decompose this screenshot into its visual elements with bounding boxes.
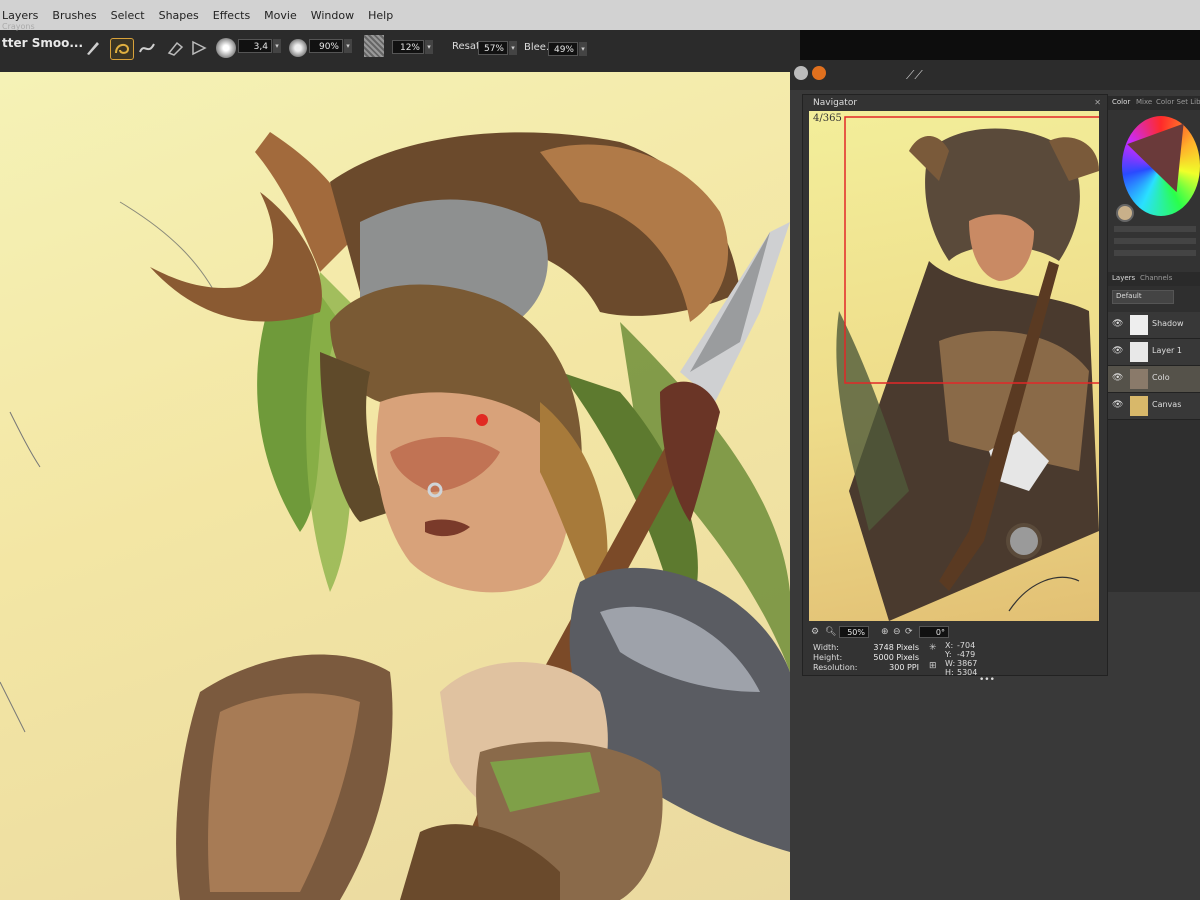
menu-help[interactable]: Help — [368, 9, 393, 22]
layer-name: Layer 1 — [1152, 346, 1182, 355]
right-dock: ⟋⟋ Navigator ✕ 4/365 ⚙ 🔍︎ 50% ⊕ ⊖ ⟳ 0° W… — [790, 60, 1200, 900]
rotate-icon[interactable]: ⟳ — [905, 627, 913, 637]
w-value: 3867 — [957, 659, 978, 668]
layer-thumbnail — [1130, 342, 1148, 362]
menu-brushes[interactable]: Brushes — [52, 9, 96, 22]
dock-toolbar: ⟋⟋ — [790, 60, 1200, 90]
composite-method-value: Default — [1116, 292, 1142, 300]
width-label: Width: — [813, 643, 839, 652]
navigator-thumbnail — [836, 116, 1099, 621]
resat-field[interactable]: 57% — [478, 41, 508, 55]
tab-color[interactable]: Color — [1112, 98, 1130, 106]
layer-thumbnail — [1130, 396, 1148, 416]
layer-item[interactable]: 👁︎ Canvas — [1108, 393, 1200, 420]
artwork — [0, 132, 790, 900]
opacity-field[interactable]: 90% — [309, 39, 343, 53]
opacity-dropdown-icon[interactable]: ▾ — [344, 39, 352, 53]
bleed-dropdown-icon[interactable]: ▾ — [579, 42, 587, 56]
brush-category: Crayons — [2, 22, 35, 31]
layer-name: Shadow — [1152, 319, 1184, 328]
layer-thumbnail — [1130, 369, 1148, 389]
layer-item[interactable]: 👁︎ Shadow — [1108, 312, 1200, 339]
visibility-eye-icon[interactable]: 👁︎ — [1112, 373, 1124, 383]
y-value: -479 — [957, 650, 976, 659]
grain-field[interactable]: 12% — [392, 40, 424, 54]
color-panel: Color Mixe Color Set Librarie — [1108, 96, 1200, 296]
menu-effects[interactable]: Effects — [213, 9, 250, 22]
layers-panel-tabs: Layers Channels — [1108, 272, 1200, 286]
navigator-note: 4/365 — [813, 113, 842, 124]
workspace-icon[interactable] — [794, 66, 808, 80]
bleed-field[interactable]: 49% — [548, 42, 578, 56]
grain-icon — [364, 35, 384, 57]
navigator-info: ⚙ 🔍︎ 50% ⊕ ⊖ ⟳ 0° Width: 3748 Pixels Hei… — [809, 625, 1105, 685]
color-swatch-icon[interactable] — [812, 66, 826, 80]
composite-method-select[interactable]: Default — [1112, 290, 1174, 304]
layer-name: Colo — [1152, 373, 1170, 382]
menu-bar: Layers Brushes Select Shapes Effects Mov… — [0, 0, 1200, 30]
rotation-field[interactable]: 0° — [919, 626, 949, 638]
menu-select[interactable]: Select — [111, 9, 145, 22]
dimensions-icon: ⊞ — [929, 661, 937, 671]
tab-layers[interactable]: Layers — [1112, 274, 1135, 282]
size-field[interactable]: 3,4 — [238, 39, 272, 53]
h-label: H: — [945, 668, 954, 677]
tab-mixer[interactable]: Mixe — [1136, 98, 1152, 106]
brush-stroke-icon[interactable] — [136, 38, 158, 58]
color-panel-tabs: Color Mixe Color Set Librarie — [1108, 96, 1200, 110]
navigator-title: Navigator — [813, 98, 858, 108]
x-label: X: — [945, 641, 954, 650]
menu-shapes[interactable]: Shapes — [159, 9, 199, 22]
zoom-in-icon[interactable]: ⊕ — [881, 627, 889, 637]
visibility-eye-icon[interactable]: 👁︎ — [1112, 346, 1124, 356]
visibility-eye-icon[interactable]: 👁︎ — [1112, 319, 1124, 329]
w-label: W: — [945, 659, 956, 668]
tab-channels[interactable]: Channels — [1140, 274, 1172, 282]
navigator-options-icon[interactable]: ⚙ — [811, 627, 819, 637]
visibility-eye-icon[interactable]: 👁︎ — [1112, 400, 1124, 410]
resat-dropdown-icon[interactable]: ▾ — [509, 41, 517, 55]
layer-item-selected[interactable]: 👁︎ Colo — [1108, 366, 1200, 393]
h-value: 5304 — [957, 668, 978, 677]
eraser-icon[interactable] — [164, 38, 186, 58]
opacity-icon — [289, 39, 307, 57]
color-slider-2[interactable] — [1114, 238, 1196, 244]
pen-tool-icon[interactable] — [82, 38, 104, 58]
navigator-close-icon[interactable]: ✕ — [1094, 98, 1101, 107]
layer-item[interactable]: 👁︎ Layer 1 — [1108, 339, 1200, 366]
brush-variant-selector[interactable]: tter Smoo... — [2, 36, 83, 50]
navigator-more-button[interactable]: ••• — [979, 675, 995, 685]
zoom-field[interactable]: 50% — [839, 626, 869, 638]
grain-dropdown-icon[interactable]: ▾ — [425, 40, 433, 54]
menu-layers[interactable]: Layers — [2, 9, 38, 22]
tab-color-set-libraries[interactable]: Color Set Librarie — [1156, 98, 1200, 106]
size-dropdown-icon[interactable]: ▾ — [273, 39, 281, 53]
property-bar: Crayons tter Smoo... 3,4 ▾ 90% ▾ 12% ▾ R… — [0, 22, 800, 73]
color-slider-1[interactable] — [1114, 226, 1196, 232]
layer-name: Canvas — [1152, 400, 1182, 409]
height-label: Height: — [813, 653, 843, 662]
zoom-out-icon[interactable]: ⊖ — [893, 627, 901, 637]
navigator-panel: Navigator ✕ 4/365 ⚙ 🔍︎ 50% ⊕ ⊖ ⟳ 0° Widt… — [802, 94, 1108, 685]
resolution-value: 300 PPI — [889, 663, 919, 672]
canvas-area[interactable] — [0, 72, 790, 900]
width-value: 3748 Pixels — [873, 643, 919, 652]
navigator-preview[interactable]: 4/365 — [809, 111, 1099, 621]
brush-tools-icon[interactable]: ⟋⟋ — [906, 68, 923, 83]
main-color-swatch[interactable] — [1116, 204, 1134, 222]
menu-movie[interactable]: Movie — [264, 9, 297, 22]
height-value: 5000 Pixels — [873, 653, 919, 662]
layers-panel: Layers Channels Default 👁︎ Shadow 👁︎ Lay… — [1108, 272, 1200, 592]
lasso-icon[interactable] — [110, 38, 134, 60]
rectangle-icon[interactable] — [188, 38, 210, 58]
layer-thumbnail — [1130, 315, 1148, 335]
size-icon — [216, 38, 236, 58]
position-icon: ✳ — [929, 643, 937, 653]
menu-window[interactable]: Window — [311, 9, 354, 22]
zoom-icon[interactable]: 🔍︎ — [825, 627, 836, 637]
app-window: Layers Brushes Select Shapes Effects Mov… — [0, 0, 1200, 900]
y-label: Y: — [945, 650, 952, 659]
color-slider-3[interactable] — [1114, 250, 1196, 256]
x-value: -704 — [957, 641, 976, 650]
